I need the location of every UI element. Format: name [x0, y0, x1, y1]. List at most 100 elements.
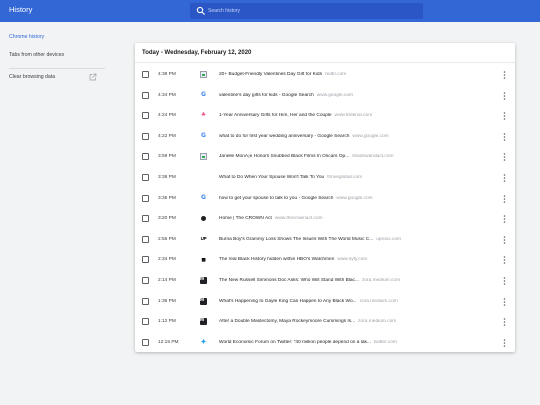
- entry-title[interactable]: What's Happening to Gayle King Can Happe…: [219, 299, 357, 304]
- history-row[interactable]: 4:22 PM Gwhat to do for first year weddin…: [135, 127, 515, 148]
- history-row[interactable]: 3:20 PM Home | The CROWN Act www.thecrowna…: [135, 209, 515, 230]
- row-checkbox[interactable]: [142, 276, 149, 284]
- search-box[interactable]: [190, 3, 423, 19]
- row-checkbox[interactable]: [142, 91, 149, 99]
- entry-link[interactable]: World Economic Forum on Twitter: "40 mil…: [219, 340, 489, 345]
- row-checkbox[interactable]: [142, 338, 149, 346]
- entry-title[interactable]: The New Russell Simmons Doc Asks: Who Wi…: [219, 278, 359, 283]
- history-row[interactable]: 2:55 PM UP Burna Boy's Grammy Loss Shows T…: [135, 230, 515, 251]
- history-row[interactable]: 3:35 PM Ghow to get your spouse to talk t…: [135, 189, 515, 210]
- entry-link[interactable]: What to Do When Your Spouse Won't Talk T…: [219, 175, 489, 180]
- entry-domain: www.google.com: [316, 92, 354, 98]
- history-row[interactable]: 12:15 PM ✦ World Economic Forum on Twitter…: [135, 333, 515, 352]
- sidebar-divider: [9, 68, 105, 69]
- entry-link[interactable]: Janelle MonÃ¡e Honors Snubbed Black Film…: [219, 154, 489, 159]
- google-icon: G: [201, 91, 206, 99]
- more-options-icon[interactable]: [502, 276, 507, 286]
- row-checkbox[interactable]: [142, 235, 149, 243]
- search-icon[interactable]: [196, 6, 206, 16]
- entry-domain: www.google.com: [352, 133, 389, 139]
- history-row[interactable]: 4:34 PM Gvalentine's day gifts for kids -…: [135, 86, 515, 107]
- visit-time: 3:59 PM: [158, 154, 176, 160]
- more-options-icon[interactable]: [502, 297, 507, 307]
- history-row[interactable]: 3:38 PM What to Do When Your Spouse Won't…: [135, 168, 515, 189]
- entry-link[interactable]: what to do for first year wedding annive…: [219, 134, 489, 139]
- visit-time: 3:38 PM: [158, 174, 176, 180]
- uproxx-icon: UP: [200, 236, 207, 241]
- sidebar-item-tabs-from-other-devices[interactable]: Tabs from other devices: [9, 52, 64, 58]
- row-checkbox[interactable]: [142, 132, 149, 140]
- row-checkbox[interactable]: [142, 153, 149, 161]
- history-row[interactable]: 1:12 PM M After a Double Mastectomy, Maya …: [135, 312, 515, 333]
- entry-link[interactable]: The real Black History hidden within HBO…: [219, 257, 489, 262]
- visit-time: 2:14 PM: [158, 277, 176, 283]
- blank-icon: [199, 173, 208, 182]
- search-input[interactable]: [208, 5, 413, 17]
- entry-domain: redtri.com: [324, 72, 347, 77]
- more-options-icon[interactable]: [502, 132, 507, 142]
- entry-title[interactable]: Home | The CROWN Act: [219, 216, 272, 221]
- entry-link[interactable]: The New Russell Simmons Doc Asks: Who Wi…: [219, 278, 489, 283]
- more-options-icon[interactable]: [502, 70, 507, 80]
- more-options-icon[interactable]: [502, 194, 507, 204]
- more-options-icon[interactable]: [502, 91, 507, 101]
- sidebar-item-clear-browsing-data[interactable]: Clear browsing data: [9, 74, 55, 80]
- entry-domain: zora.medium.com: [358, 319, 397, 325]
- visit-time: 2:55 PM: [158, 236, 176, 242]
- more-options-icon[interactable]: [502, 235, 507, 245]
- more-options-icon[interactable]: [502, 255, 507, 265]
- visit-time: 1:36 PM: [158, 298, 176, 304]
- visit-time: 4:24 PM: [158, 113, 176, 119]
- entry-title[interactable]: how to get your spouse to talk to you - …: [219, 196, 333, 201]
- crown-act-icon: [199, 214, 208, 223]
- row-checkbox[interactable]: [142, 256, 149, 264]
- row-checkbox[interactable]: [142, 318, 149, 326]
- more-options-icon[interactable]: [502, 152, 507, 162]
- row-checkbox[interactable]: [142, 173, 149, 181]
- more-options-icon[interactable]: [502, 173, 507, 183]
- header-divider: [135, 62, 515, 63]
- entry-link[interactable]: Home | The CROWN Act www.thecrownact.com: [219, 216, 489, 221]
- entry-link[interactable]: valentine's day gifts for kids - Google …: [219, 93, 489, 98]
- history-row[interactable]: 4:38 PM 20+ Budget-Friendly Valentines Da…: [135, 65, 515, 86]
- entry-title[interactable]: what to do for first year wedding annive…: [219, 134, 349, 139]
- row-checkbox[interactable]: [142, 112, 149, 120]
- entry-link[interactable]: 1-Year Anniversary Gifts for Him, Her an…: [219, 113, 489, 118]
- row-checkbox[interactable]: [142, 215, 149, 223]
- medium-icon: M: [199, 317, 208, 326]
- visit-time: 4:22 PM: [158, 133, 176, 139]
- visit-time: 3:35 PM: [158, 195, 176, 201]
- more-options-icon[interactable]: [502, 317, 507, 327]
- history-row[interactable]: 4:24 PM ☘ 1-Year Anniversary Gifts for Him…: [135, 106, 515, 127]
- entry-title[interactable]: The real Black History hidden within HBO…: [219, 257, 334, 262]
- history-row[interactable]: 3:59 PM Janelle MonÃ¡e Honors Snubbed Bla…: [135, 147, 515, 168]
- entry-title[interactable]: After a Double Mastectomy, Maya Rockeymo…: [219, 319, 355, 324]
- entry-link[interactable]: 20+ Budget-Friendly Valentines Day Gift …: [219, 72, 489, 77]
- history-row[interactable]: 2:14 PM M The New Russell Simmons Doc Asks…: [135, 271, 515, 292]
- entry-title[interactable]: Janelle MonÃ¡e Honors Snubbed Black Film…: [219, 154, 349, 159]
- entry-title[interactable]: What to Do When Your Spouse Won't Talk T…: [219, 175, 324, 180]
- entry-link[interactable]: After a Double Mastectomy, Maya Rockeymo…: [219, 319, 489, 324]
- more-options-icon[interactable]: [502, 214, 507, 224]
- row-checkbox[interactable]: [142, 71, 149, 78]
- entry-link[interactable]: Burna Boy's Grammy Loss Shows The Issues…: [219, 237, 489, 242]
- entry-title[interactable]: World Economic Forum on Twitter: "40 mil…: [219, 340, 371, 345]
- visit-time: 12:15 PM: [158, 339, 179, 345]
- entry-title[interactable]: 20+ Budget-Friendly Valentines Day Gift …: [219, 72, 322, 77]
- entry-domain: zora.medium.com: [359, 298, 398, 304]
- more-options-icon[interactable]: [502, 111, 507, 121]
- history-row[interactable]: 2:34 PM ▩ The real Black History hidden wi…: [135, 250, 515, 271]
- sidebar-item-chrome-history[interactable]: Chrome history: [9, 34, 44, 40]
- row-checkbox[interactable]: [142, 297, 149, 305]
- entry-title[interactable]: valentine's day gifts for kids - Google …: [219, 93, 314, 98]
- history-row[interactable]: 1:36 PM M What's Happening to Gayle King C…: [135, 292, 515, 313]
- entry-link[interactable]: What's Happening to Gayle King Can Happe…: [219, 299, 489, 304]
- medium-icon: M: [199, 276, 208, 285]
- entry-title[interactable]: 1-Year Anniversary Gifts for Him, Her an…: [219, 113, 332, 118]
- more-options-icon[interactable]: [502, 338, 507, 348]
- entry-title[interactable]: Burna Boy's Grammy Loss Shows The Issues…: [219, 237, 373, 242]
- entry-link[interactable]: how to get your spouse to talk to you - …: [219, 196, 489, 201]
- row-checkbox[interactable]: [142, 194, 149, 202]
- entry-domain: twitter.com: [373, 339, 397, 345]
- theknot-icon: ☘: [201, 112, 206, 119]
